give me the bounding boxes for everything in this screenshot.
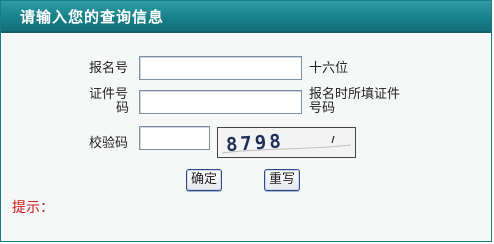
id-no-hint-line2: 号码 — [309, 101, 336, 116]
reg-no-input[interactable] — [139, 56, 302, 80]
id-no-input[interactable] — [139, 90, 302, 114]
captcha-image[interactable]: 8798 — [217, 127, 356, 158]
id-no-label-line2: 码 — [116, 101, 130, 116]
tip-label: 提示： — [12, 200, 54, 216]
reg-no-label: 报名号 — [89, 61, 129, 76]
captcha-image-graphic: 8798 — [218, 128, 355, 157]
id-no-label-line1: 证件号 — [89, 87, 129, 102]
captcha-text: 8798 — [225, 130, 284, 156]
page-title: 请输入您的查询信息 — [20, 8, 165, 26]
reg-no-hint: 十六位 — [309, 61, 349, 76]
captcha-input[interactable] — [139, 126, 210, 150]
captcha-label: 校验码 — [89, 136, 129, 151]
id-no-hint-line1: 报名时所填证件 — [309, 87, 401, 102]
query-panel: 请输入您的查询信息 报名号 十六位 证件号 码 报名时所填证件 号码 校验码 8… — [0, 0, 492, 242]
confirm-button[interactable]: 确定 — [186, 169, 222, 191]
reset-button[interactable]: 重写 — [264, 169, 300, 191]
panel-header: 请输入您的查询信息 — [1, 1, 491, 33]
